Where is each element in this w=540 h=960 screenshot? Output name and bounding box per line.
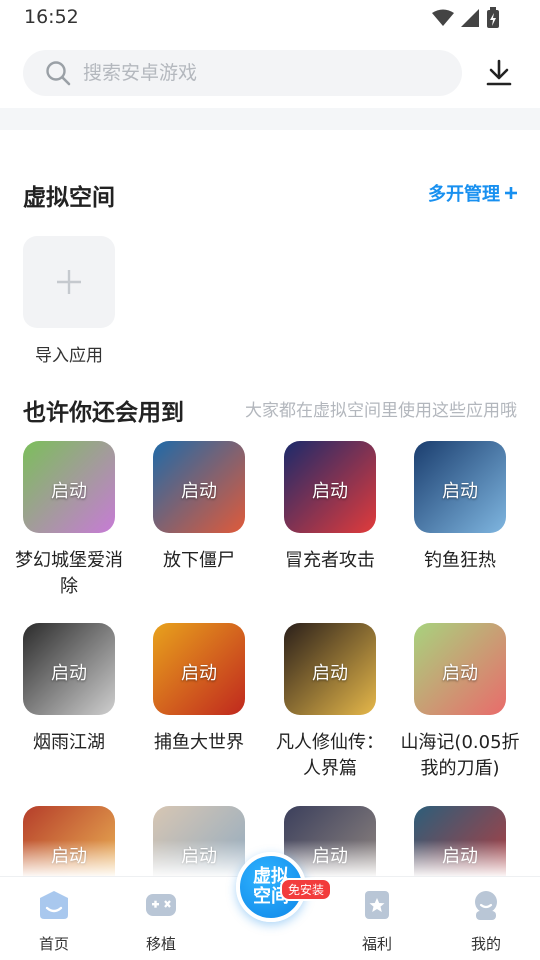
suggest-title: 也许你还会用到 xyxy=(23,400,184,426)
plus-icon xyxy=(505,187,517,199)
search-icon xyxy=(45,60,71,86)
launch-label[interactable]: 启动 xyxy=(23,477,115,503)
app-name: 烟雨江湖 xyxy=(33,732,105,753)
home-icon xyxy=(40,891,68,919)
app-name: 冒充者攻击 xyxy=(285,550,375,571)
launch-label[interactable]: 启动 xyxy=(284,477,376,503)
divider-band xyxy=(0,108,540,130)
app-name: 凡人修仙传：人界篇 xyxy=(276,732,384,779)
app-icon[interactable]: 启动 xyxy=(414,441,506,533)
nav-transplant-label: 移植 xyxy=(145,935,176,953)
app-name: 捕鱼大世界 xyxy=(154,732,244,753)
app-name: 钓鱼狂热 xyxy=(424,550,496,571)
signal-icon xyxy=(461,9,479,27)
app-icon[interactable]: 启动 xyxy=(284,623,376,715)
battery-icon xyxy=(487,7,499,28)
multi-manage-button[interactable]: 多开管理 xyxy=(428,180,518,206)
app-icon[interactable]: 启动 xyxy=(23,441,115,533)
launch-label[interactable]: 启动 xyxy=(284,659,376,685)
status-bar: 16:52 xyxy=(0,0,540,34)
app-name: 放下僵尸 xyxy=(163,550,235,571)
nav-home-label: 首页 xyxy=(38,935,69,953)
search-input[interactable] xyxy=(83,62,423,84)
search-box[interactable] xyxy=(23,50,462,96)
status-time: 16:52 xyxy=(24,6,79,28)
add-icon xyxy=(57,270,81,294)
app-name: 山海记(0.05折我的刀盾) xyxy=(400,732,520,779)
launch-label[interactable]: 启动 xyxy=(153,477,245,503)
nav-mine-label: 我的 xyxy=(470,935,501,953)
nav-welfare[interactable]: 福利 xyxy=(337,889,417,954)
nav-home[interactable]: 首页 xyxy=(14,889,94,954)
import-app-button[interactable] xyxy=(23,236,115,328)
multi-manage-label: 多开管理 xyxy=(428,184,500,205)
launch-label[interactable]: 启动 xyxy=(414,659,506,685)
download-button[interactable] xyxy=(483,56,515,90)
app-icon[interactable]: 启动 xyxy=(284,441,376,533)
app-name: 梦幻城堡爱消除 xyxy=(15,550,123,597)
profile-icon xyxy=(475,891,497,920)
download-icon xyxy=(486,59,512,86)
suggest-subtitle: 大家都在虚拟空间里使用这些应用哦 xyxy=(245,401,517,421)
launch-label[interactable]: 启动 xyxy=(23,659,115,685)
app-icon[interactable]: 启动 xyxy=(153,623,245,715)
nav-welfare-label: 福利 xyxy=(361,935,392,953)
virtual-space-title: 虚拟空间 xyxy=(23,185,115,211)
wifi-icon xyxy=(432,9,454,26)
launch-label[interactable]: 启动 xyxy=(414,477,506,503)
launch-label[interactable]: 启动 xyxy=(153,659,245,685)
nav-mine[interactable]: 我的 xyxy=(446,889,526,954)
app-icon[interactable]: 启动 xyxy=(153,441,245,533)
search-row xyxy=(0,48,540,98)
app-icon[interactable]: 启动 xyxy=(23,623,115,715)
nav-transplant[interactable]: 移植 xyxy=(121,889,201,954)
app-icon[interactable]: 启动 xyxy=(414,623,506,715)
install-free-badge: 免安装 xyxy=(280,878,333,901)
gift-card-icon xyxy=(365,891,389,919)
gamepad-icon xyxy=(146,894,176,916)
status-icons xyxy=(432,7,500,29)
import-app-label: 导入应用 xyxy=(35,346,103,366)
